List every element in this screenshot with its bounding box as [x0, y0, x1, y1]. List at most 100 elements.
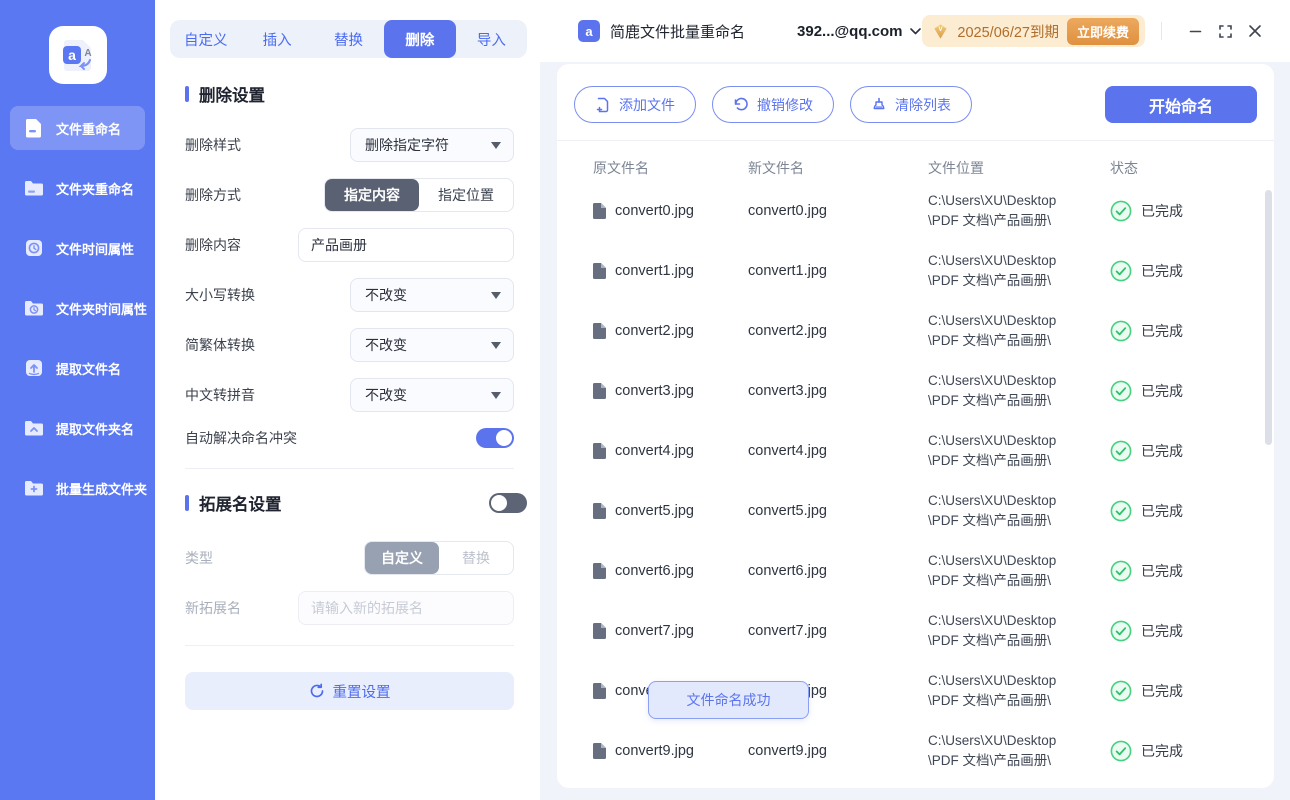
check-circle-icon — [1110, 200, 1132, 222]
table-row[interactable]: convert5.jpg convert5.jpg C:\Users\XU\De… — [557, 481, 1274, 541]
sidebar-item-extract-foldername[interactable]: 提取文件夹名 — [10, 406, 145, 450]
new-name-cell: convert2.jpg — [748, 323, 928, 339]
check-circle-icon — [1110, 740, 1132, 762]
option-custom-ext[interactable]: 自定义 — [365, 542, 439, 574]
original-name-cell: convert4.jpg — [593, 443, 748, 459]
divider — [185, 468, 514, 469]
tab-custom[interactable]: 自定义 — [170, 20, 241, 58]
close-button[interactable] — [1240, 16, 1270, 46]
file-location-cell: C:\Users\XU\Desktop \PDF 文档\产品画册\ — [928, 251, 1110, 290]
delete-style-label: 删除样式 — [185, 135, 241, 155]
col-new: 新文件名 — [748, 158, 928, 178]
sidebar-item-batch-create-folder[interactable]: 批量生成文件夹 — [10, 466, 145, 510]
renew-button[interactable]: 立即续费 — [1067, 18, 1139, 45]
start-rename-button[interactable]: 开始命名 — [1105, 86, 1257, 123]
file-icon — [593, 503, 606, 519]
delete-settings-title: 删除设置 — [185, 82, 527, 106]
extension-toggle[interactable] — [489, 493, 527, 513]
status-text: 已完成 — [1141, 381, 1183, 401]
chevron-down-icon — [491, 142, 501, 149]
delete-style-select[interactable]: 删除指定字符 — [350, 128, 514, 162]
delete-mode-label: 删除方式 — [185, 185, 241, 205]
table-row[interactable]: convert0.jpg convert0.jpg C:\Users\XU\De… — [557, 181, 1274, 241]
app-title: 简鹿文件批量重命名 — [610, 21, 745, 42]
undo-changes-button[interactable]: 撤销修改 — [712, 86, 834, 123]
vertical-scrollbar[interactable] — [1265, 190, 1272, 445]
original-name-cell: convert7.jpg — [593, 623, 748, 639]
tc-convert-select[interactable]: 不改变 — [350, 328, 514, 362]
file-location-cell: C:\Users\XU\Desktop \PDF 文档\产品画册\ — [928, 371, 1110, 410]
app-logo: a A — [49, 26, 107, 84]
sidebar-item-file-time[interactable]: 文件时间属性 — [10, 226, 145, 270]
sidebar-item-folder-rename[interactable]: 文件夹重命名 — [10, 166, 145, 210]
pinyin-convert-select[interactable]: 不改变 — [350, 378, 514, 412]
sidebar-item-label: 批量生成文件夹 — [56, 479, 147, 498]
option-replace-ext[interactable]: 替换 — [439, 542, 513, 574]
table-row[interactable]: convert4.jpg convert4.jpg C:\Users\XU\De… — [557, 421, 1274, 481]
conflict-toggle[interactable] — [476, 428, 514, 448]
file-clock-icon — [22, 236, 46, 260]
option-by-position[interactable]: 指定位置 — [419, 179, 513, 211]
tab-import[interactable]: 导入 — [456, 20, 527, 58]
table-row[interactable]: convert1.jpg convert1.jpg C:\Users\XU\De… — [557, 241, 1274, 301]
table-row[interactable]: convert3.jpg convert3.jpg C:\Users\XU\De… — [557, 361, 1274, 421]
table-row[interactable]: convert9.jpg convert9.jpg C:\Users\XU\De… — [557, 721, 1274, 781]
status-cell: 已完成 — [1110, 320, 1238, 342]
file-location-cell: C:\Users\XU\Desktop \PDF 文档\产品画册\ — [928, 551, 1110, 590]
new-name-cell: convert4.jpg — [748, 443, 928, 459]
check-circle-icon — [1110, 380, 1132, 402]
folder-plus-icon — [22, 476, 46, 500]
table-row[interactable]: convert6.jpg convert6.jpg C:\Users\XU\De… — [557, 541, 1274, 601]
clear-list-button[interactable]: 清除列表 — [850, 86, 972, 123]
file-export-icon — [22, 356, 46, 380]
tab-replace[interactable]: 替换 — [313, 20, 384, 58]
status-cell: 已完成 — [1110, 200, 1238, 222]
delete-mode-segmented: 指定内容 指定位置 — [324, 178, 514, 212]
option-by-content[interactable]: 指定内容 — [325, 179, 419, 211]
expiry-date: 2025/06/27到期 — [957, 21, 1059, 42]
title-bar: a 简鹿文件批量重命名 392...@qq.com V 2025/06/27到期… — [540, 0, 1290, 62]
add-files-button[interactable]: 添加文件 — [574, 86, 696, 123]
status-text: 已完成 — [1141, 681, 1183, 701]
original-name-cell: convert0.jpg — [593, 203, 748, 219]
table-row[interactable]: convert2.jpg convert2.jpg C:\Users\XU\De… — [557, 301, 1274, 361]
table-row[interactable]: convert7.jpg convert7.jpg C:\Users\XU\De… — [557, 601, 1274, 661]
section-accent-bar — [185, 86, 189, 102]
status-text: 已完成 — [1141, 501, 1183, 521]
app-icon: a — [578, 20, 600, 42]
tab-insert[interactable]: 插入 — [241, 20, 312, 58]
file-location-cell: C:\Users\XU\Desktop \PDF 文档\产品画册\ — [928, 491, 1110, 530]
sidebar-item-extract-filename[interactable]: 提取文件名 — [10, 346, 145, 390]
folder-icon — [22, 176, 46, 200]
file-location-cell: C:\Users\XU\Desktop \PDF 文档\产品画册\ — [928, 191, 1110, 230]
sidebar-item-file-rename[interactable]: 文件重命名 — [10, 106, 145, 150]
main-area: a 简鹿文件批量重命名 392...@qq.com V 2025/06/27到期… — [540, 0, 1290, 800]
account-dropdown[interactable]: 392...@qq.com — [797, 23, 921, 40]
sidebar-item-label: 文件夹重命名 — [56, 179, 134, 198]
original-name-cell: convert3.jpg — [593, 383, 748, 399]
col-status: 状态 — [1110, 158, 1238, 178]
maximize-icon — [1218, 24, 1233, 39]
new-ext-input[interactable] — [298, 591, 514, 625]
file-location-cell: C:\Users\XU\Desktop \PDF 文档\产品画册\ — [928, 611, 1110, 650]
status-text: 已完成 — [1141, 261, 1183, 281]
file-plus-icon — [595, 97, 611, 113]
case-convert-select[interactable]: 不改变 — [350, 278, 514, 312]
new-name-cell: convert3.jpg — [748, 383, 928, 399]
delete-content-input[interactable] — [298, 228, 514, 262]
conflict-label: 自动解决命名冲突 — [185, 428, 297, 448]
sidebar-item-folder-time[interactable]: 文件夹时间属性 — [10, 286, 145, 330]
new-name-cell: convert0.jpg — [748, 203, 928, 219]
file-icon — [593, 743, 606, 759]
tab-delete[interactable]: 删除 — [384, 20, 455, 58]
chevron-down-icon — [491, 292, 501, 299]
mode-tabs: 自定义 插入 替换 删除 导入 — [170, 20, 527, 58]
reset-settings-button[interactable]: 重置设置 — [185, 672, 514, 710]
ext-type-segmented: 自定义 替换 — [364, 541, 514, 575]
file-location-cell: C:\Users\XU\Desktop \PDF 文档\产品画册\ — [928, 671, 1110, 710]
minimize-button[interactable] — [1180, 16, 1210, 46]
status-text: 已完成 — [1141, 441, 1183, 461]
file-icon — [593, 443, 606, 459]
minimize-icon — [1188, 24, 1203, 39]
maximize-button[interactable] — [1210, 16, 1240, 46]
